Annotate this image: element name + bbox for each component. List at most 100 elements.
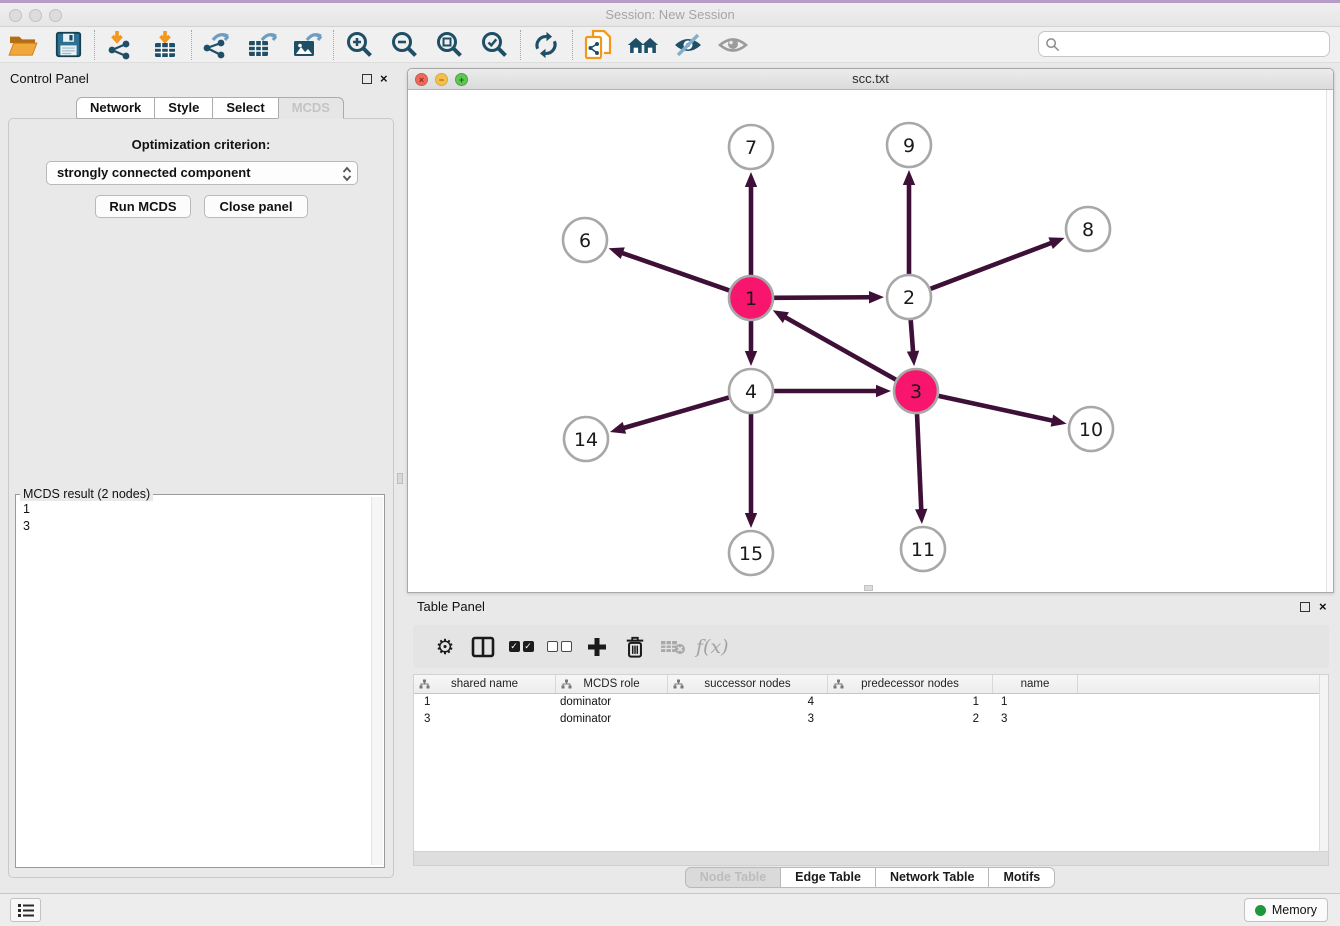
search-field[interactable] [1038,31,1330,57]
zoom-selected-button[interactable] [478,29,510,61]
network-minimize-button[interactable]: − [435,73,448,86]
app-minimize-button[interactable] [29,9,42,22]
column-header-predecessor-nodes[interactable]: predecessor nodes [828,675,993,693]
canvas-resize-handle[interactable] [864,585,873,591]
result-scrollbar[interactable] [371,497,383,865]
graph-edge-3-11[interactable] [915,414,927,524]
control-panel: Control Panel × NetworkStyleSelectMCDS O… [0,68,402,880]
float-panel-icon[interactable] [362,74,372,84]
graph-edge-1-7[interactable] [745,172,757,275]
app-zoom-button[interactable] [49,9,62,22]
column-header-MCDS-role[interactable]: MCDS role [556,675,668,693]
tab-network-table[interactable]: Network Table [875,867,990,888]
node-table[interactable]: shared nameMCDS rolesuccessor nodesprede… [413,674,1329,852]
table-mode-button[interactable]: ⚙ [430,630,460,664]
graph-edge-2-8[interactable] [931,237,1065,288]
close-panel-icon[interactable]: × [380,71,388,86]
network-canvas[interactable]: 7 9 6 8 1 2 4 3 14 10 15 11 [408,90,1333,592]
export-network-button[interactable] [201,29,233,61]
clone-network-button[interactable] [582,29,614,61]
graph-edge-1-6[interactable] [609,247,730,290]
graph-edge-4-15[interactable] [745,414,757,528]
open-session-button[interactable] [7,29,39,61]
network-window-titlebar[interactable]: × − + scc.txt [408,69,1333,90]
tab-select[interactable]: Select [212,97,278,119]
hide-selected-button[interactable] [672,29,704,61]
criterion-dropdown[interactable]: strongly connected component [46,161,358,185]
table-cell[interactable]: 3 [414,713,556,725]
table-cell[interactable]: dominator [556,713,668,725]
tab-node-table[interactable]: Node Table [685,867,781,888]
network-graph[interactable]: 7 9 6 8 1 2 4 3 14 10 15 11 [408,90,1326,592]
close-panel-button[interactable]: Close panel [204,195,308,218]
table-cell[interactable]: 1 [993,696,1078,708]
table-row[interactable]: 3dominator323 [414,711,1328,728]
graph-node-8[interactable]: 8 [1066,207,1110,251]
graph-node-6[interactable]: 6 [563,218,607,262]
graph-node-2[interactable]: 2 [887,275,931,319]
graph-node-14[interactable]: 14 [564,417,608,461]
graph-node-4[interactable]: 4 [729,369,773,413]
float-panel-icon[interactable] [1300,602,1310,612]
network-close-button[interactable]: × [415,73,428,86]
apply-layout-button[interactable] [530,29,562,61]
table-cell[interactable]: dominator [556,696,668,708]
deselect-all-columns-button[interactable] [544,630,574,664]
save-session-button[interactable] [52,29,84,61]
graph-edge-4-3[interactable] [774,385,891,397]
memory-button[interactable]: Memory [1244,898,1328,922]
tab-mcds[interactable]: MCDS [278,97,344,119]
graph-edge-2-9[interactable] [903,170,915,274]
import-network-button[interactable] [104,29,136,61]
graph-edge-2-3[interactable] [907,320,919,366]
network-zoom-button[interactable]: + [455,73,468,86]
graph-edge-4-14[interactable] [610,397,729,433]
table-cell[interactable]: 1 [414,696,556,708]
toolbar-separator [333,30,334,60]
table-scrollbar[interactable] [1319,675,1328,851]
table-cell[interactable]: 2 [828,713,993,725]
search-input[interactable] [1064,37,1329,52]
graph-node-1[interactable]: 1 [729,276,773,320]
graph-edge-3-1[interactable] [773,310,896,379]
select-all-columns-button[interactable]: ✓ ✓ [506,630,536,664]
column-header-name[interactable]: name [993,675,1078,693]
graph-node-9[interactable]: 9 [887,123,931,167]
create-column-button[interactable] [582,630,612,664]
close-panel-icon[interactable]: × [1319,599,1327,614]
tab-edge-table[interactable]: Edge Table [780,867,876,888]
show-all-button[interactable] [717,29,749,61]
splitter-handle[interactable] [397,473,403,484]
table-cell[interactable]: 4 [668,696,828,708]
graph-node-3[interactable]: 3 [894,369,938,413]
tab-motifs[interactable]: Motifs [988,867,1055,888]
import-table-button[interactable] [149,29,181,61]
delete-column-button[interactable] [620,630,650,664]
column-header-shared-name[interactable]: shared name [414,675,556,693]
show-panels-button[interactable] [10,898,41,922]
export-image-button[interactable] [291,29,323,61]
show-columns-button[interactable] [468,630,498,664]
tab-style[interactable]: Style [154,97,213,119]
zoom-out-button[interactable] [388,29,420,61]
graph-edge-3-10[interactable] [938,396,1066,427]
graph-node-15[interactable]: 15 [729,531,773,575]
table-cell[interactable]: 3 [668,713,828,725]
network-scrollbar[interactable] [1326,90,1333,592]
tab-network[interactable]: Network [76,97,155,119]
table-cell[interactable]: 1 [828,696,993,708]
table-cell[interactable]: 3 [993,713,1078,725]
app-close-button[interactable] [9,9,22,22]
table-row[interactable]: 1dominator411 [414,694,1328,711]
run-mcds-button[interactable]: Run MCDS [95,195,191,218]
graph-node-10[interactable]: 10 [1069,407,1113,451]
zoom-fit-button[interactable] [433,29,465,61]
column-header-successor-nodes[interactable]: successor nodes [668,675,828,693]
graph-edge-1-4[interactable] [745,321,757,366]
graph-node-11[interactable]: 11 [901,527,945,571]
first-neighbors-button[interactable] [627,29,659,61]
zoom-in-button[interactable] [343,29,375,61]
graph-edge-1-2[interactable] [774,291,884,303]
export-table-button[interactable] [246,29,278,61]
graph-node-7[interactable]: 7 [729,125,773,169]
